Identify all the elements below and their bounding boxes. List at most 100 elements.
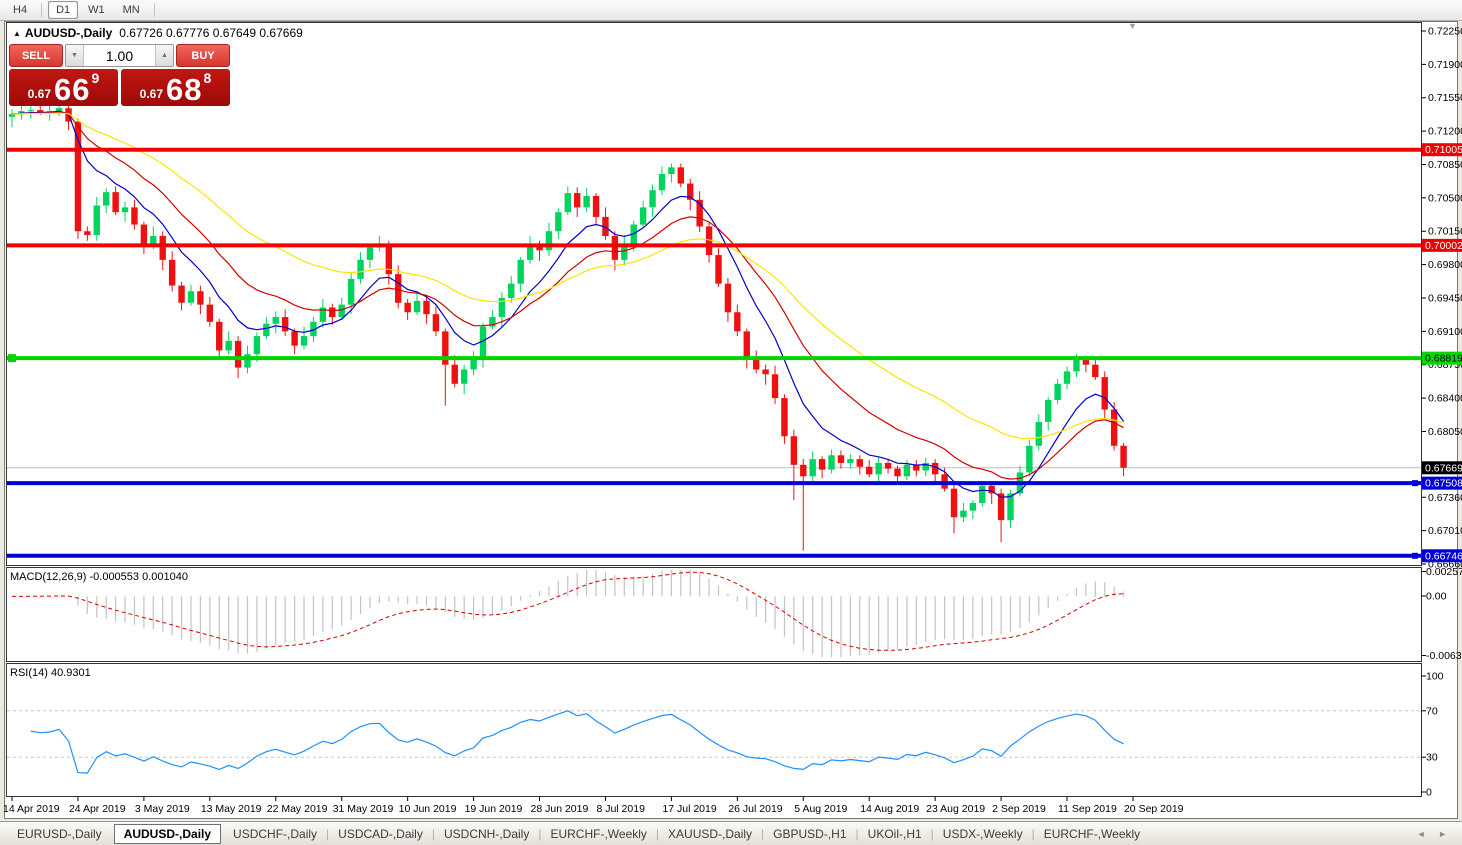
date-label: 5 Aug 2019 (794, 803, 847, 815)
price-axis-tick: 0.72250 (1428, 26, 1462, 38)
date-label: 20 Sep 2019 (1124, 803, 1184, 815)
macd-indicator-label: MACD(12,26,9) -0.000553 0.001040 (10, 571, 188, 583)
macd-name: MACD(12,26,9) (10, 571, 87, 583)
chart-tab-xauusd-daily[interactable]: XAUUSD-,Daily (659, 825, 761, 843)
one-click-trading-panel: SELL ▼ ▲ BUY 0.67669 0.67688 (9, 44, 230, 106)
date-label: 17 Jul 2019 (662, 803, 716, 815)
date-label: 13 May 2019 (201, 803, 262, 815)
date-label: 10 Jun 2019 (399, 803, 457, 815)
sell-price-sup: 9 (91, 70, 100, 86)
timeframe-button-w1[interactable]: W1 (80, 1, 113, 19)
macd-axis-tick: 0.00 (1426, 590, 1447, 602)
volume-input[interactable] (84, 45, 155, 66)
date-label: 3 May 2019 (135, 803, 190, 815)
price-axis-tick: 0.69450 (1428, 292, 1462, 304)
rsi-axis-tick: 30 (1426, 752, 1438, 764)
rsi-value: 40.9301 (50, 667, 91, 679)
rsi-panel (6, 663, 1422, 797)
chart-tab-audusd-daily[interactable]: AUDUSD-,Daily (113, 823, 222, 844)
date-label: 14 Apr 2019 (3, 803, 60, 815)
chart-tab-eurchf-weekly[interactable]: EURCHF-,Weekly (541, 825, 655, 843)
date-label: 26 Jul 2019 (728, 803, 782, 815)
volume-increase-button[interactable]: ▲ (155, 45, 173, 66)
macd-axis-tick: 0.002574 (1426, 566, 1462, 578)
rsi-axis-tick: 100 (1426, 671, 1444, 683)
chart-tab-usdcnh-daily[interactable]: USDCNH-,Daily (435, 825, 538, 843)
price-axis-tick: 0.71550 (1428, 92, 1462, 104)
timeframe-button-h4[interactable]: H4 (5, 1, 35, 19)
price-axis-tick: 0.68400 (1428, 393, 1462, 405)
chart-tab-ukoil-h1[interactable]: UKOil-,H1 (859, 825, 931, 843)
svg-text:0.71005: 0.71005 (1425, 144, 1462, 156)
sell-price-prefix: 0.67 (27, 87, 52, 101)
rsi-axis-tick: 0 (1426, 787, 1432, 799)
price-badge: 0.66746 (1422, 549, 1462, 563)
svg-text:0.67508: 0.67508 (1425, 478, 1462, 490)
chart-canvas[interactable]: 0.72250 0.71900 0.71550 0.71200 0.70850 0.705… (0, 0, 1462, 845)
volume-decrease-button[interactable]: ▼ (66, 45, 84, 66)
macd-axis-tick: -0.006328 (1426, 650, 1462, 662)
rsi-indicator-label: RSI(14) 40.9301 (10, 667, 91, 679)
price-axis-tick: 0.70150 (1428, 226, 1462, 238)
buy-price-prefix: 0.67 (139, 87, 164, 101)
price-badge: 0.68819 (1422, 351, 1462, 365)
buy-button[interactable]: BUY (176, 44, 230, 67)
svg-text:0.66746: 0.66746 (1425, 550, 1462, 562)
sell-price-display[interactable]: 0.67 66 9 (9, 69, 118, 106)
symbol-tab-bar: EURUSD-,Daily AUDUSD-,Daily USDCHF-,Daily |… (0, 821, 1462, 845)
triangle-down-icon: ▼ (71, 52, 78, 59)
date-label: 23 Aug 2019 (926, 803, 985, 815)
date-label: 11 Sep 2019 (1058, 803, 1117, 815)
chart-title: ▲ AUDUSD-,Daily 0.67726 0.67776 0.67649 0.… (13, 26, 303, 40)
line-handle (1412, 480, 1418, 487)
chart-shift-icon[interactable]: ▼ (1128, 21, 1137, 31)
toolbar-separator (153, 3, 155, 17)
symbol-marker-icon[interactable]: ▲ (13, 29, 21, 38)
chart-tab-usdx-weekly[interactable]: USDX-,Weekly (934, 825, 1032, 843)
buy-price-display[interactable]: 0.67 68 8 (121, 69, 230, 106)
rsi-axis-tick: 70 (1426, 705, 1438, 717)
chart-symbol-label: AUDUSD-,Daily (24, 26, 113, 40)
chart-ohlc-values: 0.67726 0.67776 0.67649 0.67669 (119, 26, 303, 40)
chart-tab-gbpusd-h1[interactable]: GBPUSD-,H1 (764, 825, 855, 843)
price-badge: 0.67669 (1422, 461, 1462, 475)
volume-stepper: ▼ ▲ (65, 44, 174, 67)
chart-tab-usdchf-daily[interactable]: USDCHF-,Daily (224, 825, 326, 843)
price-axis-tick: 0.67360 (1428, 492, 1462, 504)
price-axis-tick: 0.69100 (1428, 326, 1462, 338)
line-handle (1412, 552, 1418, 559)
price-axis-tick: 0.71200 (1428, 126, 1462, 138)
tab-scroll-arrows[interactable]: ◄ ► (1417, 829, 1452, 839)
timeframe-button-mn[interactable]: MN (115, 1, 148, 19)
date-label: 22 May 2019 (267, 803, 328, 815)
price-axis-tick: 0.69800 (1428, 259, 1462, 271)
svg-text:0.70002: 0.70002 (1425, 240, 1462, 252)
chart-tab-usdcad-daily[interactable]: USDCAD-,Daily (329, 825, 432, 843)
triangle-up-icon: ▲ (161, 52, 168, 59)
rsi-name: RSI(14) (10, 667, 48, 679)
buy-price-big: 68 (166, 72, 203, 107)
chart-tab-eurchf-weekly[interactable]: EURCHF-,Weekly (1035, 825, 1149, 843)
date-label: 8 Jul 2019 (596, 803, 645, 815)
buy-price-sup: 8 (203, 70, 212, 86)
date-label: 28 Jun 2019 (531, 803, 589, 815)
date-label: 2 Sep 2019 (992, 803, 1046, 815)
toolbar-separator (41, 3, 43, 17)
line-handle (8, 354, 16, 363)
price-badge: 0.71005 (1422, 143, 1462, 157)
price-badge: 0.67508 (1422, 476, 1462, 490)
macd-values: -0.000553 0.001040 (89, 571, 188, 583)
price-badge: 0.70002 (1422, 238, 1462, 252)
price-axis-tick: 0.70500 (1428, 192, 1462, 204)
date-label: 14 Aug 2019 (860, 803, 919, 815)
sell-price-big: 66 (54, 72, 91, 107)
price-axis-tick: 0.67010 (1428, 525, 1462, 537)
price-axis-tick: 0.70850 (1428, 159, 1462, 171)
svg-text:0.67669: 0.67669 (1425, 462, 1462, 474)
sell-button[interactable]: SELL (9, 44, 63, 67)
timeframe-toolbar: H4 D1 W1 MN (0, 0, 1462, 21)
date-label: 24 Apr 2019 (69, 803, 126, 815)
date-label: 19 Jun 2019 (465, 803, 523, 815)
timeframe-button-d1[interactable]: D1 (48, 1, 79, 19)
chart-tab-eurusd-daily[interactable]: EURUSD-,Daily (8, 825, 111, 843)
